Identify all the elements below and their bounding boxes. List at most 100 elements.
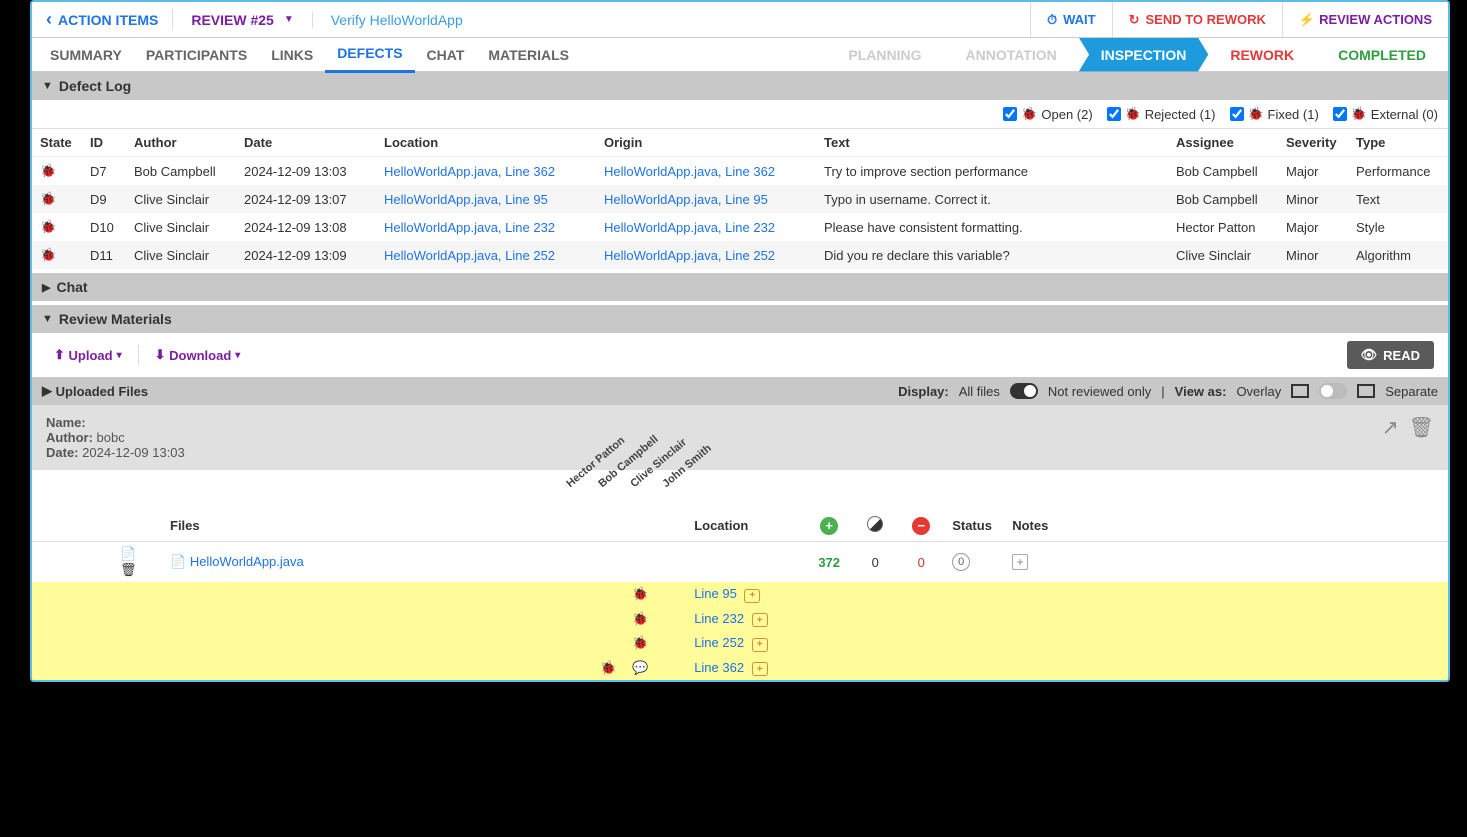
view-as-toggle[interactable] [1319, 383, 1347, 399]
caret-down-icon: ▼ [284, 14, 294, 25]
col-text[interactable]: Text [816, 129, 1168, 157]
defect-location-link[interactable]: HelloWorldApp.java, Line 95 [384, 192, 548, 207]
bug-grey-icon: 🐞 [1125, 106, 1141, 122]
defect-row[interactable]: 🐞D9Clive Sinclair2024-12-09 13:07HelloWo… [32, 185, 1448, 213]
download-button[interactable]: ⬇ Download ▾ [147, 343, 249, 367]
filter-fixed-checkbox[interactable] [1230, 107, 1244, 121]
line-location-link[interactable]: Line 95 [694, 586, 737, 601]
triangle-down-icon: ▼ [42, 313, 53, 325]
defect-location-link[interactable]: HelloWorldApp.java, Line 232 [384, 220, 555, 235]
stage-annotation: ANNOTATION [944, 38, 1079, 72]
defect-origin-link[interactable]: HelloWorldApp.java, Line 95 [604, 192, 768, 207]
defect-date: 2024-12-09 13:08 [236, 213, 376, 241]
col-id[interactable]: ID [82, 129, 126, 157]
bug-state-icon: 🐞 [40, 191, 56, 207]
download-icon: ⬇ [155, 347, 166, 363]
defect-location-link[interactable]: HelloWorldApp.java, Line 362 [384, 164, 555, 179]
uploaded-files-title: Uploaded Files [56, 384, 148, 399]
triangle-right-icon[interactable]: ▶ [42, 383, 52, 399]
defect-text: Try to improve section performance [816, 157, 1168, 186]
action-items-button[interactable]: ACTION ITEMS [32, 9, 173, 30]
defect-origin-link[interactable]: HelloWorldApp.java, Line 362 [604, 164, 775, 179]
filter-rejected[interactable]: 🐞 Rejected (1) [1107, 106, 1216, 122]
defect-log-title: Defect Log [59, 78, 131, 94]
file-name-link[interactable]: HelloWorldApp.java [190, 554, 304, 569]
read-button[interactable]: READ [1347, 341, 1434, 369]
defect-assignee: Hector Patton [1168, 213, 1278, 241]
filter-external[interactable]: 🐞 External (0) [1333, 106, 1438, 122]
file-meta-box: Name: Author: bobc Date: 2024-12-09 13:0… [32, 405, 1448, 470]
add-comment-icon[interactable]: + [752, 638, 768, 652]
filter-external-checkbox[interactable] [1333, 107, 1347, 121]
add-comment-icon[interactable]: + [752, 613, 768, 627]
add-note-button[interactable]: + [1012, 554, 1028, 570]
defect-id: D11 [82, 241, 126, 269]
trash-icon[interactable]: 🗑 [1409, 415, 1434, 460]
stage-inspection: INSPECTION [1079, 38, 1209, 72]
defect-text: Did you re declare this variable? [816, 241, 1168, 269]
defect-severity: Minor [1278, 241, 1348, 269]
line-location-link[interactable]: Line 362 [694, 660, 744, 675]
review-materials-header[interactable]: ▼ Review Materials [32, 305, 1448, 333]
col-location[interactable]: Location [376, 129, 596, 157]
line-row: 🐞Line 252 + [32, 631, 1448, 656]
defect-table: State ID Author Date Location Origin Tex… [32, 129, 1448, 269]
triangle-right-icon: ▶ [42, 281, 50, 294]
defect-origin-link[interactable]: HelloWorldApp.java, Line 232 [604, 220, 775, 235]
tab-materials[interactable]: MATERIALS [476, 38, 581, 72]
separate-label: Separate [1385, 384, 1438, 399]
col-notes[interactable]: Notes [1004, 510, 1448, 542]
tab-participants[interactable]: PARTICIPANTS [134, 38, 259, 72]
tab-defects[interactable]: DEFECTS [325, 36, 414, 73]
tab-summary[interactable]: SUMMARY [38, 38, 134, 72]
col-severity[interactable]: Severity [1278, 129, 1348, 157]
defect-row[interactable]: 🐞D7Bob Campbell2024-12-09 13:03HelloWorl… [32, 157, 1448, 186]
defect-log-header[interactable]: ▼ Defect Log [32, 72, 1448, 100]
col-files[interactable]: Files [162, 510, 562, 542]
filter-open-checkbox[interactable] [1003, 107, 1017, 121]
file-row: 📄🗑 📄 HelloWorldApp.java 372 0 0 0 + [32, 542, 1448, 583]
col-origin[interactable]: Origin [596, 129, 816, 157]
col-assignee[interactable]: Assignee [1168, 129, 1278, 157]
wait-button[interactable]: WAIT [1030, 2, 1112, 37]
review-number-dropdown[interactable]: REVIEW #25 ▼ [173, 12, 312, 28]
defect-text: Typo in username. Correct it. [816, 185, 1168, 213]
review-materials-title: Review Materials [59, 311, 172, 327]
file-add-icon[interactable]: 📄 [120, 546, 136, 561]
defect-row[interactable]: 🐞D11Clive Sinclair2024-12-09 13:09HelloW… [32, 241, 1448, 269]
col-date[interactable]: Date [236, 129, 376, 157]
filter-fixed[interactable]: 🐞 Fixed (1) [1230, 106, 1319, 122]
line-location-link[interactable]: Line 232 [694, 611, 744, 626]
add-comment-icon[interactable]: + [744, 589, 760, 603]
filter-open[interactable]: 🐞 Open (2) [1003, 106, 1092, 122]
filter-open-label: Open (2) [1041, 107, 1092, 122]
line-location-link[interactable]: Line 252 [694, 635, 744, 650]
col-author[interactable]: Author [126, 129, 236, 157]
col-type[interactable]: Type [1348, 129, 1448, 157]
files-area: Hector PattonBob CampbellClive SinclairJ… [32, 470, 1448, 680]
col-state[interactable]: State [32, 129, 82, 157]
upload-button[interactable]: ⬆ Upload ▾ [46, 343, 130, 367]
chat-header[interactable]: ▶ Chat [32, 273, 1448, 301]
defect-type: Text [1348, 185, 1448, 213]
col-location[interactable]: Location [686, 510, 806, 542]
col-status[interactable]: Status [944, 510, 1004, 542]
review-actions-button[interactable]: REVIEW ACTIONS [1282, 2, 1448, 37]
defect-assignee: Clive Sinclair [1168, 241, 1278, 269]
line-row: 🐞💬Line 362 + [32, 656, 1448, 681]
file-delete-icon[interactable]: 🗑 [120, 562, 137, 577]
defect-location-link[interactable]: HelloWorldApp.java, Line 252 [384, 248, 555, 263]
defect-row[interactable]: 🐞D10Clive Sinclair2024-12-09 13:08HelloW… [32, 213, 1448, 241]
bug-icon: 🐞 [600, 660, 616, 676]
tab-chat[interactable]: CHAT [415, 38, 477, 72]
add-comment-icon[interactable]: + [752, 662, 768, 676]
send-to-rework-button[interactable]: SEND TO REWORK [1112, 2, 1282, 37]
stage-planning: PLANNING [826, 38, 943, 72]
tab-links[interactable]: LINKS [259, 38, 325, 72]
defect-origin-link[interactable]: HelloWorldApp.java, Line 252 [604, 248, 775, 263]
filter-rejected-checkbox[interactable] [1107, 107, 1121, 121]
display-toggle[interactable] [1010, 383, 1038, 399]
expand-icon[interactable]: ↗ [1382, 415, 1399, 460]
defect-author: Clive Sinclair [126, 241, 236, 269]
triangle-down-icon: ▼ [42, 80, 53, 92]
